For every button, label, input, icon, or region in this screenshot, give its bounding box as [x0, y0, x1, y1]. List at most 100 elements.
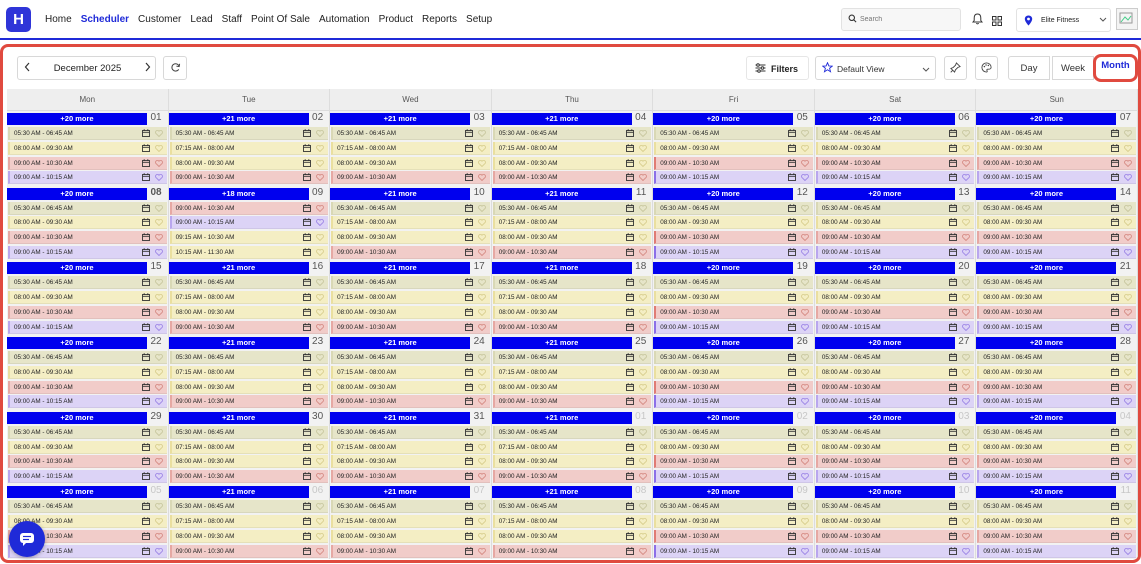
day-number[interactable]: 06: [958, 112, 969, 123]
event-entry[interactable]: 09:00 AM - 10:15 AM: [8, 171, 167, 185]
day-number[interactable]: 06: [312, 485, 323, 496]
event-entry[interactable]: 08:00 AM - 09:30 AM: [492, 455, 652, 469]
day-number[interactable]: 03: [958, 411, 969, 422]
nav-lead[interactable]: Lead: [190, 14, 212, 25]
day-cell-fri[interactable]: +20 more 09 05:30 AM - 06:45 AM 08:00 AM - …: [653, 484, 815, 560]
event-entry[interactable]: 09:00 AM - 10:15 AM: [977, 320, 1136, 334]
day-cell-thu[interactable]: +21 more 01 05:30 AM - 06:45 AM 07:15 AM - …: [491, 409, 654, 485]
event-entry[interactable]: 05:30 AM - 06:45 AM: [492, 276, 652, 290]
day-number[interactable]: 08: [635, 485, 646, 496]
event-entry[interactable]: 08:00 AM - 09:30 AM: [654, 440, 813, 454]
event-entry[interactable]: 09:00 AM - 10:30 AM: [654, 156, 813, 170]
more-events-button[interactable]: +20 more: [976, 262, 1117, 275]
day-cell-sat[interactable]: +20 more 10 05:30 AM - 06:45 AM 08:00 AM - …: [814, 484, 977, 560]
event-entry[interactable]: 05:30 AM - 06:45 AM: [8, 425, 167, 439]
event-entry[interactable]: 08:00 AM - 09:30 AM: [169, 380, 329, 394]
more-events-button[interactable]: +18 more: [168, 187, 309, 200]
event-entry[interactable]: 08:00 AM - 09:30 AM: [169, 455, 329, 469]
more-events-button[interactable]: +20 more: [7, 262, 147, 275]
event-entry[interactable]: 08:00 AM - 09:30 AM: [815, 365, 975, 379]
more-events-button[interactable]: +20 more: [653, 113, 794, 125]
more-events-button[interactable]: +21 more: [491, 262, 632, 275]
event-entry[interactable]: 09:00 AM - 10:30 AM: [977, 156, 1136, 170]
day-cell-sun[interactable]: +20 more 21 05:30 AM - 06:45 AM 08:00 AM - …: [976, 260, 1138, 336]
day-number[interactable]: 07: [474, 485, 485, 496]
event-entry[interactable]: 05:30 AM - 06:45 AM: [977, 351, 1136, 365]
event-entry[interactable]: 09:00 AM - 10:30 AM: [169, 470, 329, 484]
event-entry[interactable]: 07:15 AM - 08:00 AM: [331, 365, 490, 379]
day-cell-sun[interactable]: +20 more 07 05:30 AM - 06:45 AM 08:00 AM - …: [976, 111, 1138, 186]
event-entry[interactable]: 08:00 AM - 09:30 AM: [654, 365, 813, 379]
event-entry[interactable]: 05:30 AM - 06:45 AM: [654, 276, 813, 290]
tab-day[interactable]: Day: [1008, 56, 1050, 80]
event-entry[interactable]: 09:00 AM - 10:30 AM: [815, 530, 975, 544]
more-events-button[interactable]: +20 more: [7, 337, 147, 350]
day-cell-wed[interactable]: +21 more 24 05:30 AM - 06:45 AM 07:15 AM - …: [330, 335, 492, 410]
day-number[interactable]: 15: [150, 261, 161, 272]
event-entry[interactable]: 05:30 AM - 06:45 AM: [8, 127, 167, 140]
event-entry[interactable]: 08:00 AM - 09:30 AM: [169, 305, 329, 319]
event-entry[interactable]: 09:00 AM - 10:30 AM: [8, 156, 167, 170]
event-entry[interactable]: 05:30 AM - 06:45 AM: [8, 201, 167, 215]
day-number[interactable]: 05: [150, 485, 161, 496]
event-entry[interactable]: 09:15 AM - 10:30 AM: [169, 231, 329, 245]
more-events-button[interactable]: +21 more: [491, 486, 632, 499]
event-entry[interactable]: 09:00 AM - 10:30 AM: [654, 380, 813, 394]
event-entry[interactable]: 08:00 AM - 09:30 AM: [977, 515, 1136, 529]
more-events-button[interactable]: +21 more: [168, 337, 309, 350]
day-number[interactable]: 09: [312, 187, 323, 198]
day-number[interactable]: 14: [1120, 187, 1131, 198]
more-events-button[interactable]: +20 more: [814, 262, 955, 275]
chat-launcher-button[interactable]: [9, 521, 45, 557]
event-entry[interactable]: 07:15 AM - 08:00 AM: [492, 291, 652, 305]
refresh-button[interactable]: [163, 56, 187, 80]
nav-product[interactable]: Product: [379, 14, 413, 25]
day-number[interactable]: 30: [312, 411, 323, 422]
event-entry[interactable]: 07:15 AM - 08:00 AM: [169, 141, 329, 155]
event-entry[interactable]: 05:30 AM - 06:45 AM: [977, 425, 1136, 439]
event-entry[interactable]: 09:00 AM - 10:15 AM: [815, 246, 975, 260]
event-entry[interactable]: 09:00 AM - 10:15 AM: [654, 470, 813, 484]
more-events-button[interactable]: +21 more: [168, 113, 309, 125]
event-entry[interactable]: 09:00 AM - 10:30 AM: [977, 231, 1136, 245]
avatar[interactable]: [1116, 8, 1138, 30]
day-cell-mon[interactable]: +20 more 22 05:30 AM - 06:45 AM 08:00 AM - …: [7, 335, 169, 410]
day-number[interactable]: 20: [958, 261, 969, 272]
event-entry[interactable]: 05:30 AM - 06:45 AM: [977, 500, 1136, 514]
day-number[interactable]: 07: [1120, 112, 1131, 123]
nav-automation[interactable]: Automation: [319, 14, 370, 25]
event-entry[interactable]: 08:00 AM - 09:30 AM: [331, 530, 490, 544]
search-input[interactable]: [860, 13, 955, 26]
event-entry[interactable]: 08:00 AM - 09:30 AM: [654, 515, 813, 529]
day-number[interactable]: 03: [474, 112, 485, 123]
event-entry[interactable]: 09:00 AM - 10:30 AM: [492, 544, 652, 558]
event-entry[interactable]: 08:00 AM - 09:30 AM: [8, 216, 167, 230]
day-number[interactable]: 05: [797, 112, 808, 123]
event-entry[interactable]: 09:00 AM - 10:30 AM: [492, 470, 652, 484]
more-events-button[interactable]: +21 more: [491, 411, 632, 424]
event-entry[interactable]: 08:00 AM - 09:30 AM: [815, 216, 975, 230]
event-entry[interactable]: 09:00 AM - 10:15 AM: [977, 470, 1136, 484]
day-cell-mon[interactable]: +20 more 08 05:30 AM - 06:45 AM 08:00 AM - …: [7, 185, 169, 261]
event-entry[interactable]: 07:15 AM - 08:00 AM: [492, 440, 652, 454]
event-entry[interactable]: 07:15 AM - 08:00 AM: [492, 216, 652, 230]
event-entry[interactable]: 09:00 AM - 10:30 AM: [169, 544, 329, 558]
chevron-right-icon[interactable]: [144, 62, 151, 75]
day-number[interactable]: 19: [797, 261, 808, 272]
event-entry[interactable]: 09:00 AM - 10:15 AM: [8, 395, 167, 409]
event-entry[interactable]: 09:00 AM - 10:30 AM: [977, 455, 1136, 469]
event-entry[interactable]: 09:00 AM - 10:15 AM: [8, 246, 167, 260]
more-events-button[interactable]: +21 more: [330, 113, 471, 125]
event-entry[interactable]: 07:15 AM - 08:00 AM: [492, 141, 652, 155]
day-cell-sat[interactable]: +20 more 06 05:30 AM - 06:45 AM 08:00 AM - …: [814, 111, 977, 186]
event-entry[interactable]: 09:00 AM - 10:30 AM: [492, 246, 652, 260]
event-entry[interactable]: 07:15 AM - 08:00 AM: [331, 216, 490, 230]
day-number[interactable]: 10: [474, 187, 485, 198]
event-entry[interactable]: 05:30 AM - 06:45 AM: [492, 500, 652, 514]
more-events-button[interactable]: +20 more: [7, 411, 147, 424]
current-month-label[interactable]: December 2025: [18, 63, 157, 74]
event-entry[interactable]: 05:30 AM - 06:45 AM: [8, 351, 167, 365]
day-cell-sat[interactable]: +20 more 27 05:30 AM - 06:45 AM 08:00 AM - …: [814, 335, 977, 410]
event-entry[interactable]: 09:00 AM - 10:30 AM: [331, 320, 490, 334]
event-entry[interactable]: 09:00 AM - 10:15 AM: [977, 395, 1136, 409]
